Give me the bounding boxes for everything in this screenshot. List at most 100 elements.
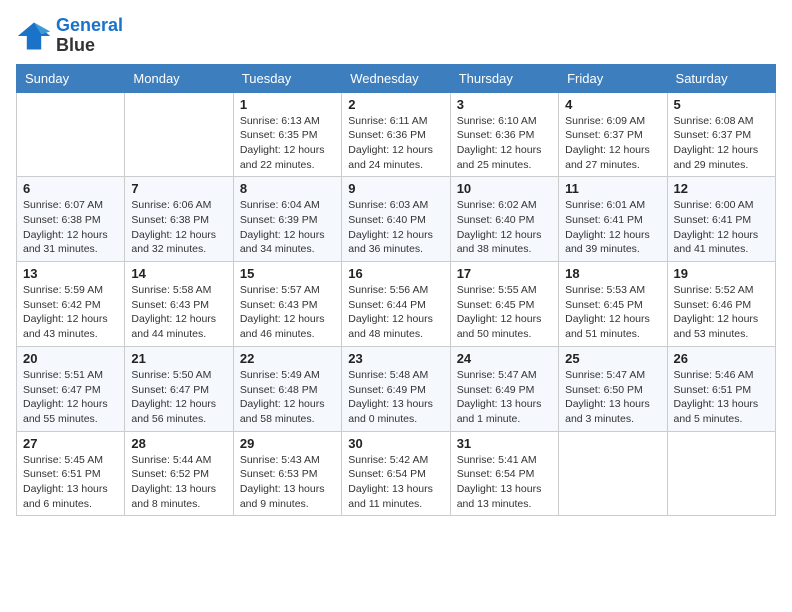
day-number: 31 bbox=[457, 436, 552, 451]
day-number: 26 bbox=[674, 351, 769, 366]
day-info: Sunrise: 5:49 AMSunset: 6:48 PMDaylight:… bbox=[240, 368, 335, 427]
day-number: 20 bbox=[23, 351, 118, 366]
calendar-cell bbox=[125, 92, 233, 177]
calendar-cell: 22 Sunrise: 5:49 AMSunset: 6:48 PMDaylig… bbox=[233, 346, 341, 431]
day-number: 9 bbox=[348, 181, 443, 196]
day-number: 6 bbox=[23, 181, 118, 196]
calendar-cell: 16 Sunrise: 5:56 AMSunset: 6:44 PMDaylig… bbox=[342, 262, 450, 347]
day-number: 13 bbox=[23, 266, 118, 281]
calendar-cell: 3 Sunrise: 6:10 AMSunset: 6:36 PMDayligh… bbox=[450, 92, 558, 177]
calendar-cell: 19 Sunrise: 5:52 AMSunset: 6:46 PMDaylig… bbox=[667, 262, 775, 347]
day-info: Sunrise: 6:00 AMSunset: 6:41 PMDaylight:… bbox=[674, 198, 769, 257]
day-info: Sunrise: 6:10 AMSunset: 6:36 PMDaylight:… bbox=[457, 114, 552, 173]
calendar-cell bbox=[559, 431, 667, 516]
calendar-cell bbox=[667, 431, 775, 516]
day-info: Sunrise: 6:07 AMSunset: 6:38 PMDaylight:… bbox=[23, 198, 118, 257]
calendar-cell: 14 Sunrise: 5:58 AMSunset: 6:43 PMDaylig… bbox=[125, 262, 233, 347]
day-number: 29 bbox=[240, 436, 335, 451]
calendar-cell: 29 Sunrise: 5:43 AMSunset: 6:53 PMDaylig… bbox=[233, 431, 341, 516]
calendar-cell: 7 Sunrise: 6:06 AMSunset: 6:38 PMDayligh… bbox=[125, 177, 233, 262]
calendar-cell: 24 Sunrise: 5:47 AMSunset: 6:49 PMDaylig… bbox=[450, 346, 558, 431]
day-info: Sunrise: 6:08 AMSunset: 6:37 PMDaylight:… bbox=[674, 114, 769, 173]
day-info: Sunrise: 5:45 AMSunset: 6:51 PMDaylight:… bbox=[23, 453, 118, 512]
calendar-cell: 1 Sunrise: 6:13 AMSunset: 6:35 PMDayligh… bbox=[233, 92, 341, 177]
day-info: Sunrise: 5:42 AMSunset: 6:54 PMDaylight:… bbox=[348, 453, 443, 512]
day-number: 21 bbox=[131, 351, 226, 366]
day-info: Sunrise: 5:46 AMSunset: 6:51 PMDaylight:… bbox=[674, 368, 769, 427]
calendar-cell: 8 Sunrise: 6:04 AMSunset: 6:39 PMDayligh… bbox=[233, 177, 341, 262]
calendar-header-cell: Tuesday bbox=[233, 64, 341, 92]
day-info: Sunrise: 5:56 AMSunset: 6:44 PMDaylight:… bbox=[348, 283, 443, 342]
calendar-cell: 11 Sunrise: 6:01 AMSunset: 6:41 PMDaylig… bbox=[559, 177, 667, 262]
day-number: 17 bbox=[457, 266, 552, 281]
day-number: 27 bbox=[23, 436, 118, 451]
calendar-cell: 23 Sunrise: 5:48 AMSunset: 6:49 PMDaylig… bbox=[342, 346, 450, 431]
day-number: 3 bbox=[457, 97, 552, 112]
day-number: 12 bbox=[674, 181, 769, 196]
calendar-header-cell: Monday bbox=[125, 64, 233, 92]
calendar-cell: 4 Sunrise: 6:09 AMSunset: 6:37 PMDayligh… bbox=[559, 92, 667, 177]
calendar-cell: 25 Sunrise: 5:47 AMSunset: 6:50 PMDaylig… bbox=[559, 346, 667, 431]
day-number: 28 bbox=[131, 436, 226, 451]
calendar-cell: 31 Sunrise: 5:41 AMSunset: 6:54 PMDaylig… bbox=[450, 431, 558, 516]
logo: General Blue bbox=[16, 16, 123, 56]
day-number: 22 bbox=[240, 351, 335, 366]
calendar-cell: 27 Sunrise: 5:45 AMSunset: 6:51 PMDaylig… bbox=[17, 431, 125, 516]
day-number: 15 bbox=[240, 266, 335, 281]
day-info: Sunrise: 5:52 AMSunset: 6:46 PMDaylight:… bbox=[674, 283, 769, 342]
day-number: 7 bbox=[131, 181, 226, 196]
day-number: 5 bbox=[674, 97, 769, 112]
day-info: Sunrise: 5:47 AMSunset: 6:49 PMDaylight:… bbox=[457, 368, 552, 427]
calendar-cell: 18 Sunrise: 5:53 AMSunset: 6:45 PMDaylig… bbox=[559, 262, 667, 347]
calendar-week-row: 1 Sunrise: 6:13 AMSunset: 6:35 PMDayligh… bbox=[17, 92, 776, 177]
day-info: Sunrise: 5:53 AMSunset: 6:45 PMDaylight:… bbox=[565, 283, 660, 342]
day-info: Sunrise: 5:55 AMSunset: 6:45 PMDaylight:… bbox=[457, 283, 552, 342]
calendar-cell: 13 Sunrise: 5:59 AMSunset: 6:42 PMDaylig… bbox=[17, 262, 125, 347]
day-info: Sunrise: 5:47 AMSunset: 6:50 PMDaylight:… bbox=[565, 368, 660, 427]
logo-text: General Blue bbox=[56, 16, 123, 56]
day-info: Sunrise: 6:01 AMSunset: 6:41 PMDaylight:… bbox=[565, 198, 660, 257]
calendar-cell: 15 Sunrise: 5:57 AMSunset: 6:43 PMDaylig… bbox=[233, 262, 341, 347]
day-info: Sunrise: 6:11 AMSunset: 6:36 PMDaylight:… bbox=[348, 114, 443, 173]
day-info: Sunrise: 5:58 AMSunset: 6:43 PMDaylight:… bbox=[131, 283, 226, 342]
day-info: Sunrise: 6:02 AMSunset: 6:40 PMDaylight:… bbox=[457, 198, 552, 257]
day-info: Sunrise: 6:06 AMSunset: 6:38 PMDaylight:… bbox=[131, 198, 226, 257]
day-info: Sunrise: 6:04 AMSunset: 6:39 PMDaylight:… bbox=[240, 198, 335, 257]
day-number: 25 bbox=[565, 351, 660, 366]
calendar-cell: 12 Sunrise: 6:00 AMSunset: 6:41 PMDaylig… bbox=[667, 177, 775, 262]
calendar-cell: 28 Sunrise: 5:44 AMSunset: 6:52 PMDaylig… bbox=[125, 431, 233, 516]
day-number: 8 bbox=[240, 181, 335, 196]
calendar-cell: 26 Sunrise: 5:46 AMSunset: 6:51 PMDaylig… bbox=[667, 346, 775, 431]
calendar-cell: 9 Sunrise: 6:03 AMSunset: 6:40 PMDayligh… bbox=[342, 177, 450, 262]
calendar-cell: 21 Sunrise: 5:50 AMSunset: 6:47 PMDaylig… bbox=[125, 346, 233, 431]
calendar-week-row: 13 Sunrise: 5:59 AMSunset: 6:42 PMDaylig… bbox=[17, 262, 776, 347]
calendar-table: SundayMondayTuesdayWednesdayThursdayFrid… bbox=[16, 64, 776, 517]
logo-icon bbox=[16, 18, 52, 54]
day-info: Sunrise: 5:51 AMSunset: 6:47 PMDaylight:… bbox=[23, 368, 118, 427]
calendar-week-row: 27 Sunrise: 5:45 AMSunset: 6:51 PMDaylig… bbox=[17, 431, 776, 516]
day-number: 30 bbox=[348, 436, 443, 451]
calendar-cell: 17 Sunrise: 5:55 AMSunset: 6:45 PMDaylig… bbox=[450, 262, 558, 347]
calendar-header-row: SundayMondayTuesdayWednesdayThursdayFrid… bbox=[17, 64, 776, 92]
calendar-header-cell: Friday bbox=[559, 64, 667, 92]
calendar-cell: 10 Sunrise: 6:02 AMSunset: 6:40 PMDaylig… bbox=[450, 177, 558, 262]
day-info: Sunrise: 5:50 AMSunset: 6:47 PMDaylight:… bbox=[131, 368, 226, 427]
day-number: 4 bbox=[565, 97, 660, 112]
calendar-week-row: 20 Sunrise: 5:51 AMSunset: 6:47 PMDaylig… bbox=[17, 346, 776, 431]
day-info: Sunrise: 5:43 AMSunset: 6:53 PMDaylight:… bbox=[240, 453, 335, 512]
day-info: Sunrise: 6:03 AMSunset: 6:40 PMDaylight:… bbox=[348, 198, 443, 257]
calendar-cell: 2 Sunrise: 6:11 AMSunset: 6:36 PMDayligh… bbox=[342, 92, 450, 177]
day-info: Sunrise: 5:44 AMSunset: 6:52 PMDaylight:… bbox=[131, 453, 226, 512]
calendar-header-cell: Sunday bbox=[17, 64, 125, 92]
calendar-body: 1 Sunrise: 6:13 AMSunset: 6:35 PMDayligh… bbox=[17, 92, 776, 516]
calendar-cell: 5 Sunrise: 6:08 AMSunset: 6:37 PMDayligh… bbox=[667, 92, 775, 177]
day-number: 1 bbox=[240, 97, 335, 112]
day-info: Sunrise: 5:48 AMSunset: 6:49 PMDaylight:… bbox=[348, 368, 443, 427]
day-number: 10 bbox=[457, 181, 552, 196]
calendar-cell bbox=[17, 92, 125, 177]
calendar-header-cell: Saturday bbox=[667, 64, 775, 92]
calendar-header-cell: Wednesday bbox=[342, 64, 450, 92]
calendar-header-cell: Thursday bbox=[450, 64, 558, 92]
day-number: 24 bbox=[457, 351, 552, 366]
calendar-cell: 20 Sunrise: 5:51 AMSunset: 6:47 PMDaylig… bbox=[17, 346, 125, 431]
